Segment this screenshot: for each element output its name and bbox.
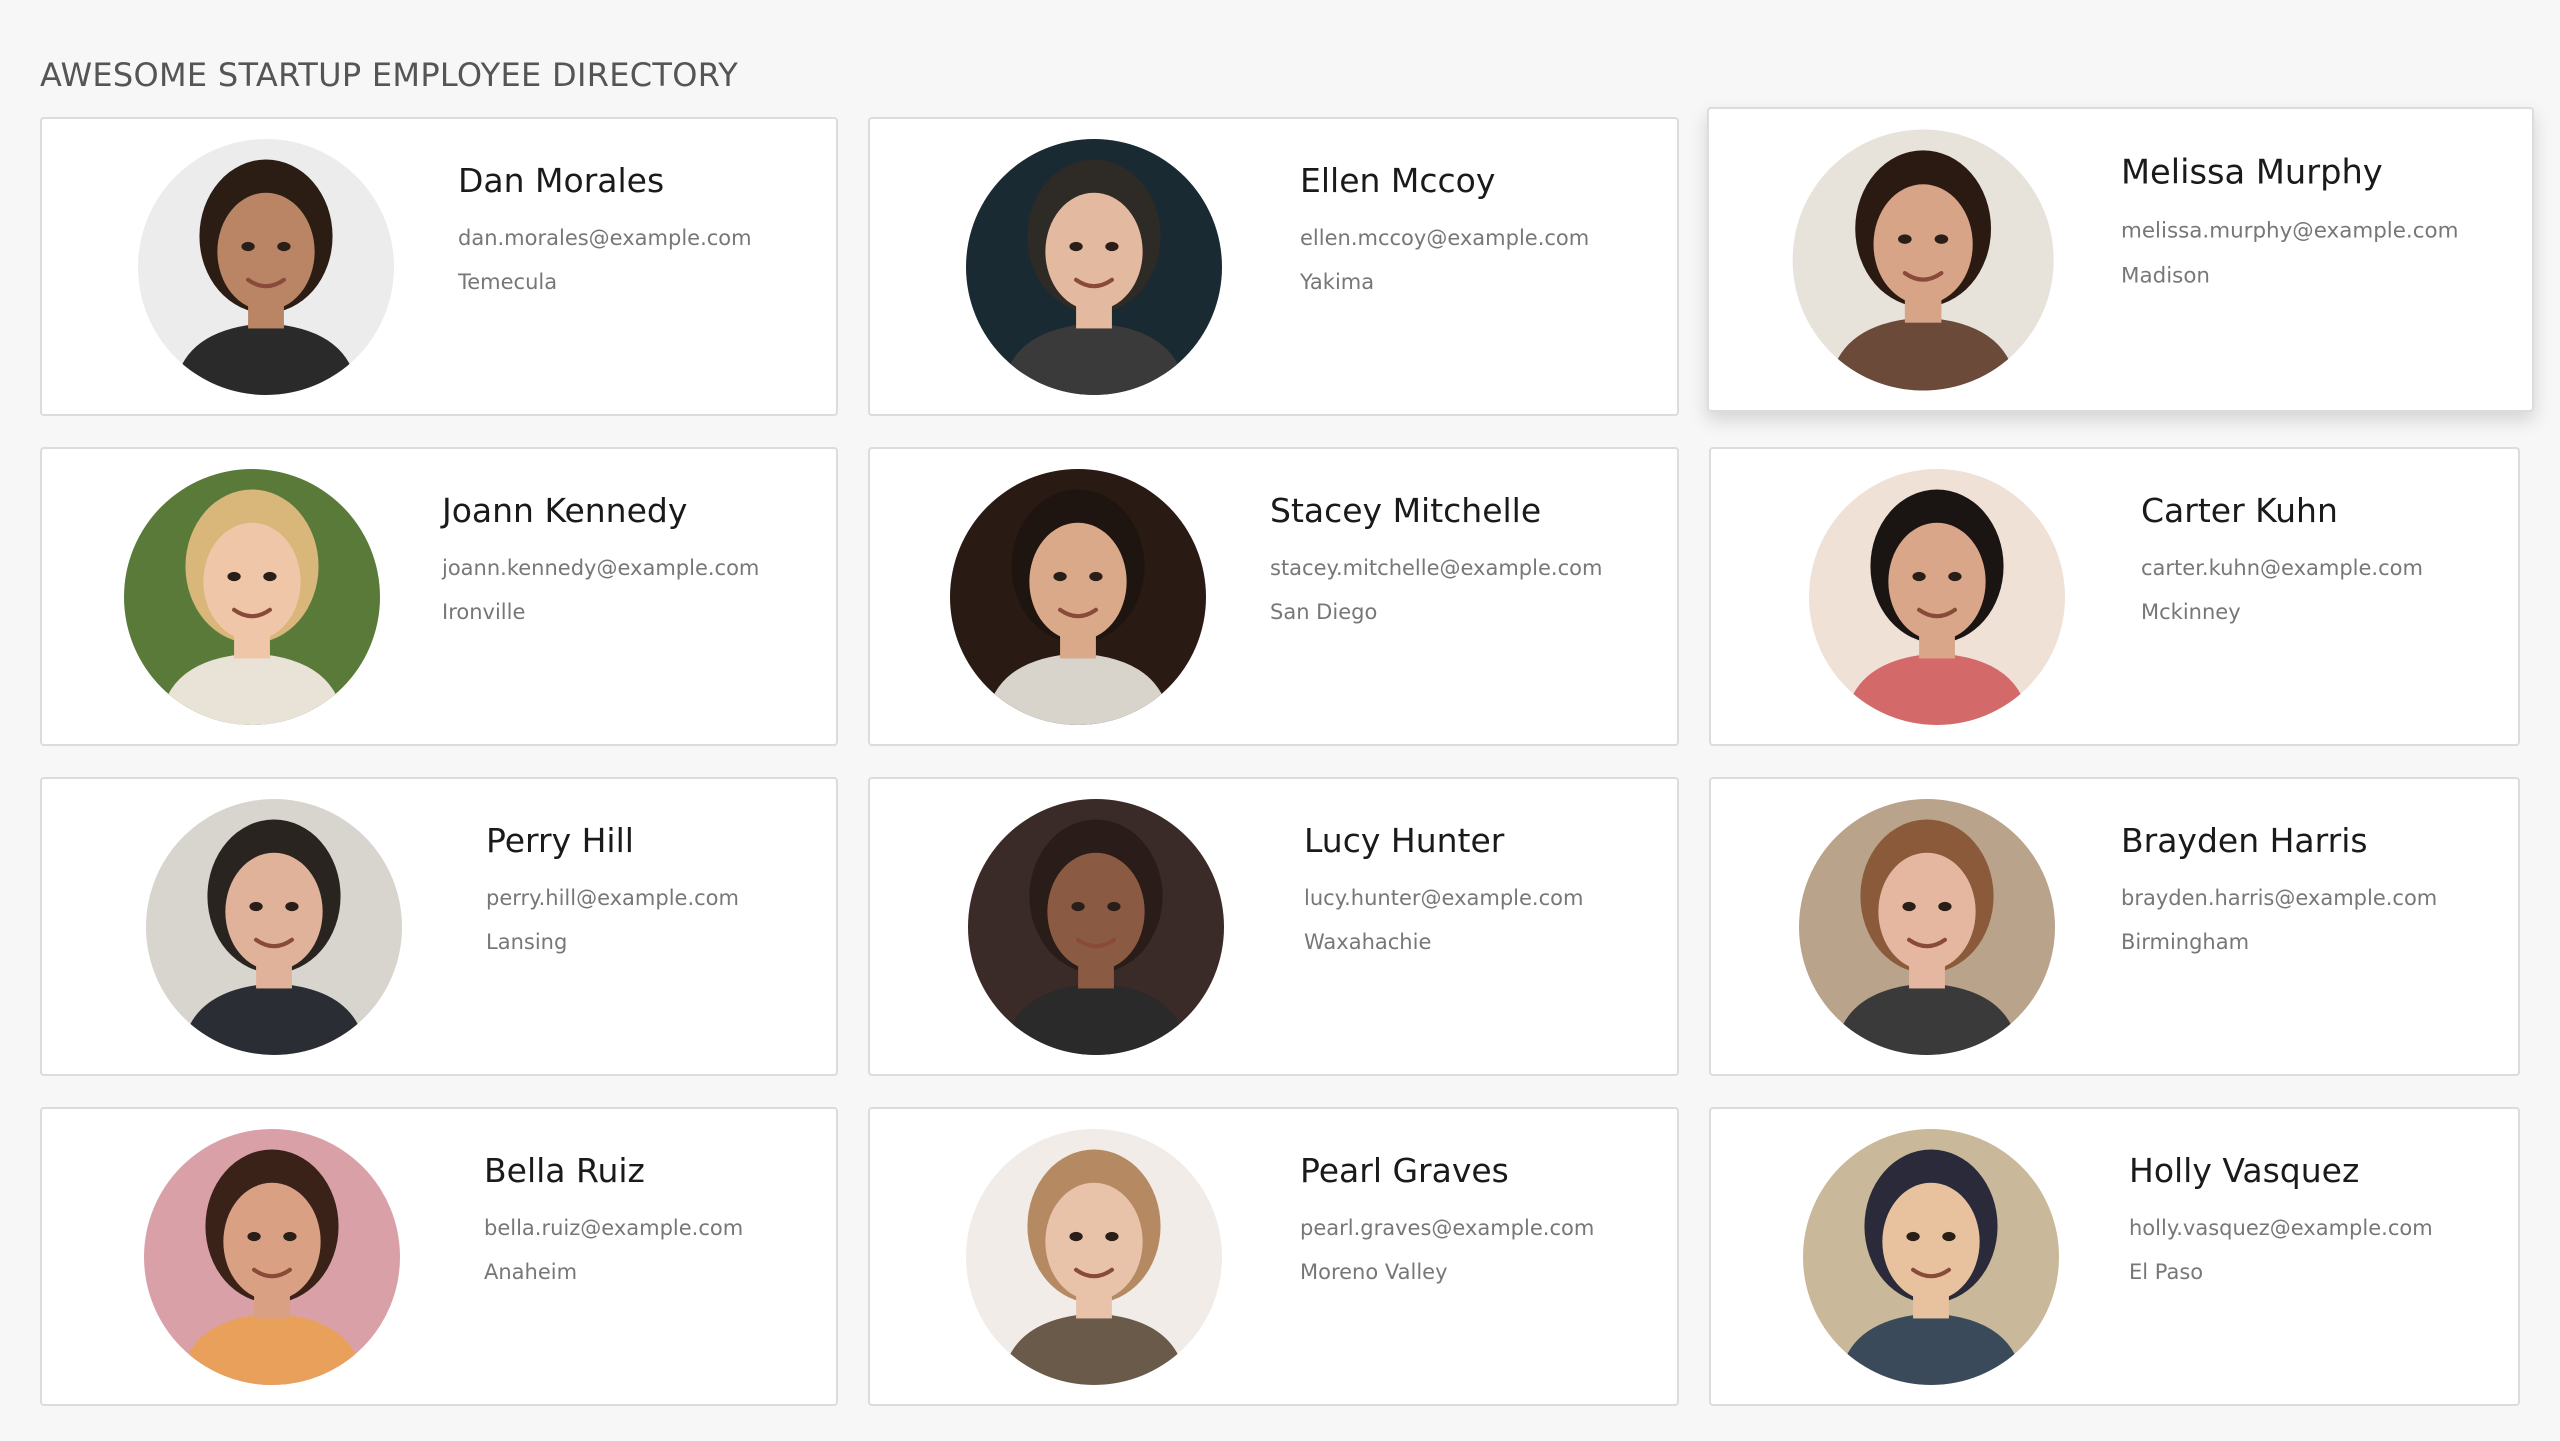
employee-info: Brayden Harris brayden.harris@example.co… bbox=[2121, 821, 2437, 954]
employee-card[interactable]: Ellen Mccoy ellen.mccoy@example.com Yaki… bbox=[868, 117, 1679, 416]
employee-email: dan.morales@example.com bbox=[458, 226, 752, 250]
page-title: AWESOME STARTUP EMPLOYEE DIRECTORY bbox=[40, 56, 739, 94]
employee-card[interactable]: Dan Morales dan.morales@example.com Teme… bbox=[40, 117, 838, 416]
avatar bbox=[968, 799, 1224, 1055]
employee-name: Perry Hill bbox=[486, 821, 634, 860]
avatar bbox=[144, 1129, 400, 1385]
portrait-illustration bbox=[966, 1129, 1222, 1385]
employee-name: Carter Kuhn bbox=[2141, 491, 2338, 530]
employee-email: pearl.graves@example.com bbox=[1300, 1216, 1595, 1240]
employee-card[interactable]: Joann Kennedy joann.kennedy@example.com … bbox=[40, 447, 838, 746]
avatar bbox=[146, 799, 402, 1055]
avatar bbox=[966, 139, 1222, 395]
employee-city: San Diego bbox=[1270, 600, 1378, 624]
employee-name: Ellen Mccoy bbox=[1300, 161, 1496, 200]
employee-email: bella.ruiz@example.com bbox=[484, 1216, 744, 1240]
employee-email: melissa.murphy@example.com bbox=[2121, 218, 2459, 243]
employee-name: Brayden Harris bbox=[2121, 821, 2368, 860]
employee-grid: Dan Morales dan.morales@example.com Teme… bbox=[40, 107, 2535, 1406]
employee-email: brayden.harris@example.com bbox=[2121, 886, 2438, 910]
employee-name: Joann Kennedy bbox=[442, 491, 688, 530]
employee-city: Madison bbox=[2121, 263, 2211, 288]
employee-name: Melissa Murphy bbox=[2121, 151, 2383, 192]
employee-city: Moreno Valley bbox=[1300, 1260, 1448, 1284]
employee-email: joann.kennedy@example.com bbox=[442, 556, 760, 580]
employee-card[interactable]: Bella Ruiz bella.ruiz@example.com Anahei… bbox=[40, 1107, 838, 1406]
employee-card[interactable]: Carter Kuhn carter.kuhn@example.com Mcki… bbox=[1709, 447, 2520, 746]
employee-city: El Paso bbox=[2129, 1260, 2204, 1284]
portrait-illustration bbox=[124, 469, 380, 725]
employee-info: Perry Hill perry.hill@example.com Lansin… bbox=[486, 821, 739, 954]
avatar bbox=[1799, 799, 2055, 1055]
employee-email: lucy.hunter@example.com bbox=[1304, 886, 1584, 910]
employee-city: Birmingham bbox=[2121, 930, 2250, 954]
avatar bbox=[950, 469, 1206, 725]
portrait-illustration bbox=[968, 799, 1224, 1055]
employee-city: Ironville bbox=[442, 600, 526, 624]
employee-info: Joann Kennedy joann.kennedy@example.com … bbox=[442, 491, 759, 624]
employee-card[interactable]: Brayden Harris brayden.harris@example.co… bbox=[1709, 777, 2520, 1076]
employee-card[interactable]: Perry Hill perry.hill@example.com Lansin… bbox=[40, 777, 838, 1076]
employee-email: holly.vasquez@example.com bbox=[2129, 1216, 2433, 1240]
employee-city: Lansing bbox=[486, 930, 568, 954]
employee-info: Carter Kuhn carter.kuhn@example.com Mcki… bbox=[2141, 491, 2423, 624]
portrait-illustration bbox=[1799, 799, 2055, 1055]
avatar bbox=[1803, 1129, 2059, 1385]
employee-info: Pearl Graves pearl.graves@example.com Mo… bbox=[1300, 1151, 1594, 1284]
portrait-illustration bbox=[950, 469, 1206, 725]
employee-card[interactable]: Melissa Murphy melissa.murphy@example.co… bbox=[1706, 107, 2535, 412]
employee-email: stacey.mitchelle@example.com bbox=[1270, 556, 1603, 580]
employee-info: Stacey Mitchelle stacey.mitchelle@exampl… bbox=[1270, 491, 1602, 624]
portrait-illustration bbox=[1792, 129, 2054, 391]
employee-card[interactable]: Pearl Graves pearl.graves@example.com Mo… bbox=[868, 1107, 1679, 1406]
employee-info: Melissa Murphy melissa.murphy@example.co… bbox=[2121, 152, 2458, 288]
avatar bbox=[966, 1129, 1222, 1385]
employee-info: Dan Morales dan.morales@example.com Teme… bbox=[458, 161, 752, 294]
avatar bbox=[1792, 129, 2054, 391]
employee-email: perry.hill@example.com bbox=[486, 886, 739, 910]
portrait-illustration bbox=[966, 139, 1222, 395]
employee-city: Temecula bbox=[458, 270, 558, 294]
employee-info: Ellen Mccoy ellen.mccoy@example.com Yaki… bbox=[1300, 161, 1589, 294]
employee-card[interactable]: Holly Vasquez holly.vasquez@example.com … bbox=[1709, 1107, 2520, 1406]
employee-info: Bella Ruiz bella.ruiz@example.com Anahei… bbox=[484, 1151, 743, 1284]
employee-city: Anaheim bbox=[484, 1260, 578, 1284]
avatar bbox=[138, 139, 394, 395]
directory-page: AWESOME STARTUP EMPLOYEE DIRECTORY Dan M… bbox=[0, 0, 2560, 1441]
avatar bbox=[1809, 469, 2065, 725]
portrait-illustration bbox=[1809, 469, 2065, 725]
employee-name: Holly Vasquez bbox=[2129, 1151, 2360, 1190]
portrait-illustration bbox=[138, 139, 394, 395]
employee-city: Yakima bbox=[1300, 270, 1375, 294]
portrait-illustration bbox=[1803, 1129, 2059, 1385]
employee-card[interactable]: Lucy Hunter lucy.hunter@example.com Waxa… bbox=[868, 777, 1679, 1076]
portrait-illustration bbox=[144, 1129, 400, 1385]
employee-name: Stacey Mitchelle bbox=[1270, 491, 1542, 530]
employee-email: ellen.mccoy@example.com bbox=[1300, 226, 1590, 250]
avatar bbox=[124, 469, 380, 725]
employee-info: Lucy Hunter lucy.hunter@example.com Waxa… bbox=[1304, 821, 1583, 954]
employee-city: Waxahachie bbox=[1304, 930, 1432, 954]
employee-name: Bella Ruiz bbox=[484, 1151, 645, 1190]
employee-info: Holly Vasquez holly.vasquez@example.com … bbox=[2129, 1151, 2433, 1284]
employee-name: Pearl Graves bbox=[1300, 1151, 1509, 1190]
employee-city: Mckinney bbox=[2141, 600, 2241, 624]
portrait-illustration bbox=[146, 799, 402, 1055]
employee-card[interactable]: Stacey Mitchelle stacey.mitchelle@exampl… bbox=[868, 447, 1679, 746]
employee-name: Lucy Hunter bbox=[1304, 821, 1505, 860]
employee-name: Dan Morales bbox=[458, 161, 665, 200]
employee-email: carter.kuhn@example.com bbox=[2141, 556, 2423, 580]
